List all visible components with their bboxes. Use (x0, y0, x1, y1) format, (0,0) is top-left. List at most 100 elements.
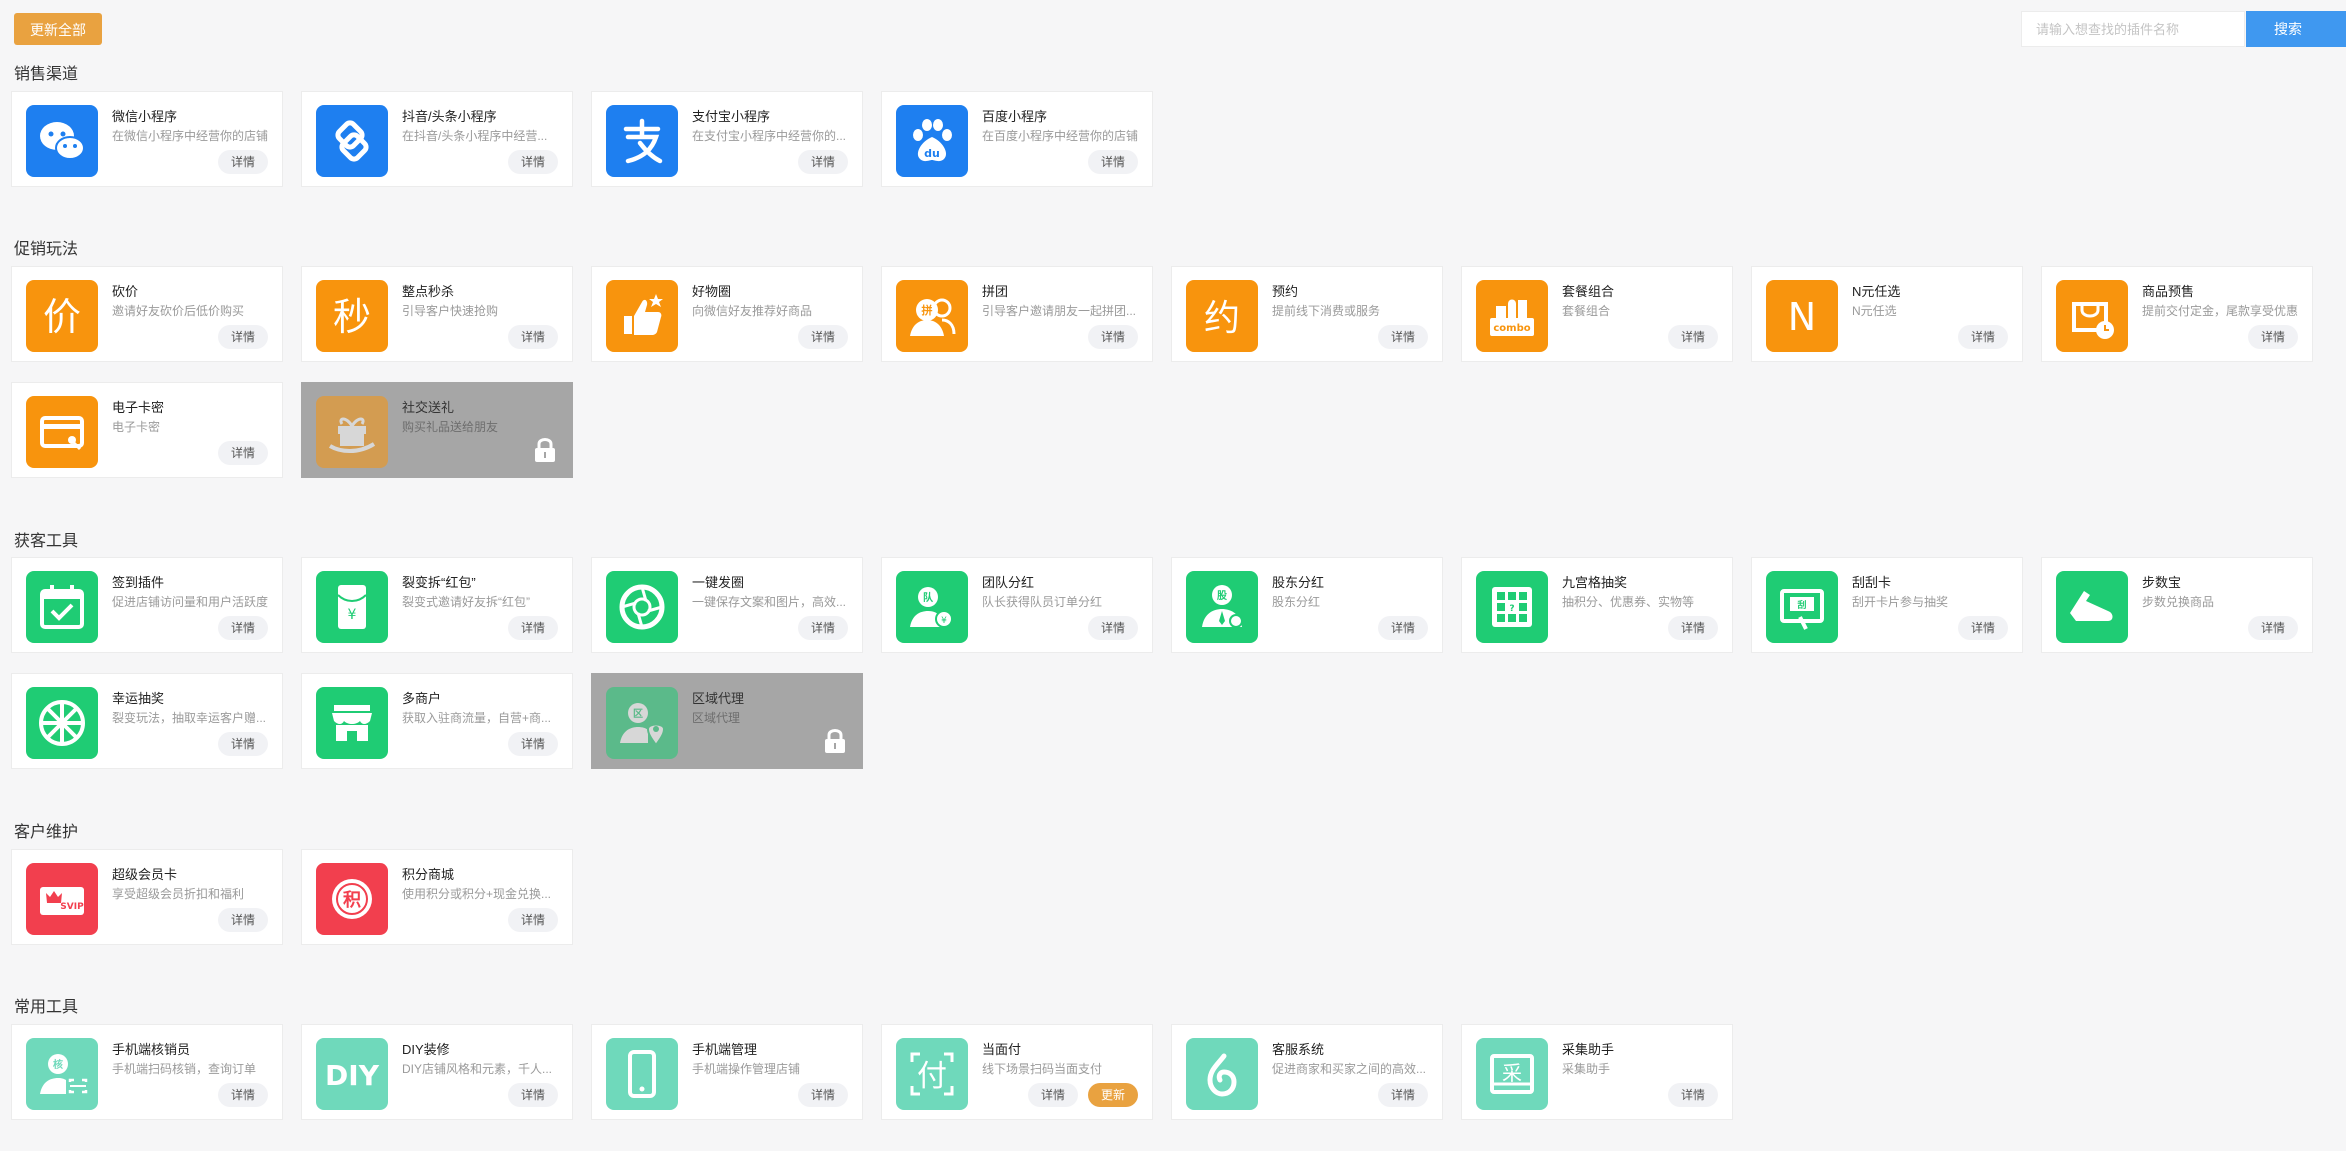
detail-button[interactable]: 详情 (1668, 325, 1718, 349)
plugin-card: du 百度小程序 在百度小程序中经营你的店铺 详情 (881, 91, 1153, 187)
plugin-name: 手机端管理 (692, 1042, 758, 1057)
plugin-card: N N元任选 N元任选 详情 (1751, 266, 2023, 362)
svg-text:采: 采 (1502, 1061, 1522, 1085)
detail-button[interactable]: 详情 (1958, 616, 2008, 640)
detail-button[interactable]: 详情 (1668, 1083, 1718, 1107)
detail-button[interactable]: 详情 (1378, 1083, 1428, 1107)
svg-text:股: 股 (1217, 590, 1228, 602)
detail-button[interactable]: 详情 (798, 150, 848, 174)
section-title-common-tools: 常用工具 (14, 999, 79, 1016)
detail-button[interactable]: 详情 (798, 616, 848, 640)
detail-button[interactable]: 详情 (1088, 150, 1138, 174)
detail-button[interactable]: 详情 (1378, 616, 1428, 640)
plugin-name: 支付宝小程序 (692, 109, 771, 124)
plugin-card: 电子卡密 电子卡密 详情 (11, 382, 283, 478)
detail-button[interactable]: 详情 (1088, 325, 1138, 349)
reservation-icon: 约 (1186, 280, 1258, 352)
plugin-name: 砍价 (112, 284, 139, 299)
mobile-phone-icon (606, 1038, 678, 1110)
plugin-desc: 电子卡密 (112, 420, 161, 434)
detail-button[interactable]: 详情 (2248, 616, 2298, 640)
thumbs-up-icon (606, 280, 678, 352)
svg-text:约: 约 (1204, 298, 1240, 339)
plugin-card: 价 砍价 邀请好友砍价后低价购买 详情 (11, 266, 283, 362)
e-card-icon (26, 396, 98, 468)
update-button[interactable]: 更新 (1088, 1083, 1138, 1107)
detail-button[interactable]: 详情 (798, 325, 848, 349)
detail-button[interactable]: 详情 (798, 1083, 848, 1107)
plugin-name: 步数宝 (2142, 575, 2182, 590)
wechat-icon (26, 105, 98, 177)
detail-button[interactable]: 详情 (508, 732, 558, 756)
detail-button[interactable]: 详情 (508, 908, 558, 932)
region-agent-icon: 区 (606, 687, 678, 759)
plugin-name: DIY装修 (402, 1042, 450, 1057)
diy-icon: DIY (316, 1038, 388, 1110)
plugin-card: 支付宝小程序 在支付宝小程序中经营你的... 详情 (591, 91, 863, 187)
plugin-name: 好物圈 (692, 284, 732, 299)
svg-text:DIY: DIY (325, 1059, 380, 1092)
plugin-card: 采 采集助手 采集助手 详情 (1461, 1024, 1733, 1120)
detail-button[interactable]: 详情 (2248, 325, 2298, 349)
plugin-name: 拼团 (982, 284, 1009, 299)
toolbar-extra-button[interactable] (2318, 11, 2346, 47)
lock-icon (825, 729, 845, 753)
plugin-name: 积分商城 (402, 867, 455, 882)
plugin-desc: 向微信好友推荐好商品 (692, 304, 813, 318)
flash-sale-icon: 秒 (316, 280, 388, 352)
detail-button[interactable]: 详情 (508, 325, 558, 349)
detail-button[interactable]: 详情 (1378, 325, 1428, 349)
plugin-desc: 享受超级会员折扣和福利 (112, 887, 245, 901)
plugin-desc: 在百度小程序中经营你的店铺 (982, 129, 1139, 143)
section-title-sales: 销售渠道 (14, 66, 79, 83)
gift-icon (316, 396, 388, 468)
team-bonus-icon: 队 ¥ (896, 571, 968, 643)
detail-button[interactable]: 详情 (1958, 325, 2008, 349)
plugin-desc: 手机端操作管理店铺 (692, 1062, 801, 1076)
detail-button[interactable]: 详情 (1028, 1083, 1078, 1107)
section-title-retention: 客户维护 (14, 824, 79, 841)
plugin-card: 队 ¥ 团队分红 队长获得队员订单分红 详情 (881, 557, 1153, 653)
detail-button[interactable]: 详情 (218, 150, 268, 174)
plugin-card: 一键发圈 一键保存文案和图片，高效... 详情 (591, 557, 863, 653)
scratch-card-icon: 刮 (1766, 571, 1838, 643)
detail-button[interactable]: 详情 (508, 150, 558, 174)
svg-text:刮: 刮 (1797, 599, 1806, 611)
bargain-icon: 价 (26, 280, 98, 352)
plugin-name: 客服系统 (1272, 1042, 1325, 1057)
plugin-desc: 购买礼品送给朋友 (402, 420, 499, 434)
plugin-card: combo 套餐组合 套餐组合 详情 (1461, 266, 1733, 362)
svg-text:拼: 拼 (922, 303, 933, 317)
plugin-card: DIY DIY装修 DIY店铺风格和元素，千人... 详情 (301, 1024, 573, 1120)
detail-button[interactable]: 详情 (218, 616, 268, 640)
red-envelope-icon: ¥ (316, 571, 388, 643)
combo-icon: combo (1476, 280, 1548, 352)
detail-button[interactable]: 详情 (218, 908, 268, 932)
plugin-name: 百度小程序 (982, 109, 1048, 124)
aperture-icon (606, 571, 678, 643)
plugin-desc: 队长获得队员订单分红 (982, 595, 1103, 609)
detail-button[interactable]: 详情 (508, 1083, 558, 1107)
detail-button[interactable]: 详情 (218, 732, 268, 756)
plugin-desc: 股东分红 (1272, 595, 1321, 609)
plugin-name: 裂变拆“红包” (402, 575, 476, 590)
detail-button[interactable]: 详情 (218, 1083, 268, 1107)
detail-button[interactable]: 详情 (1668, 616, 1718, 640)
svg-text:队: 队 (923, 591, 934, 604)
plugin-card: 积 积分商城 使用积分或积分+现金兑换... 详情 (301, 849, 573, 945)
plugin-card: 付 当面付 线下场景扫码当面支付 详情 更新 (881, 1024, 1153, 1120)
svg-text:¥: ¥ (941, 616, 947, 626)
plugin-desc: 采集助手 (1562, 1062, 1611, 1076)
plugin-name: 套餐组合 (1562, 284, 1615, 299)
detail-button[interactable]: 详情 (508, 616, 558, 640)
search-input[interactable] (2021, 11, 2245, 47)
detail-button[interactable]: 详情 (218, 441, 268, 465)
update-all-button[interactable]: 更新全部 (14, 13, 102, 45)
plugin-card: 商品预售 提前交付定金，尾款享受优惠 详情 (2041, 266, 2313, 362)
plugin-name: 手机端核销员 (112, 1042, 191, 1057)
plugin-name: 刮刮卡 (1852, 575, 1892, 590)
plugin-name: 股东分红 (1272, 575, 1325, 590)
detail-button[interactable]: 详情 (1088, 616, 1138, 640)
plugin-name: 区域代理 (692, 691, 745, 706)
detail-button[interactable]: 详情 (218, 325, 268, 349)
